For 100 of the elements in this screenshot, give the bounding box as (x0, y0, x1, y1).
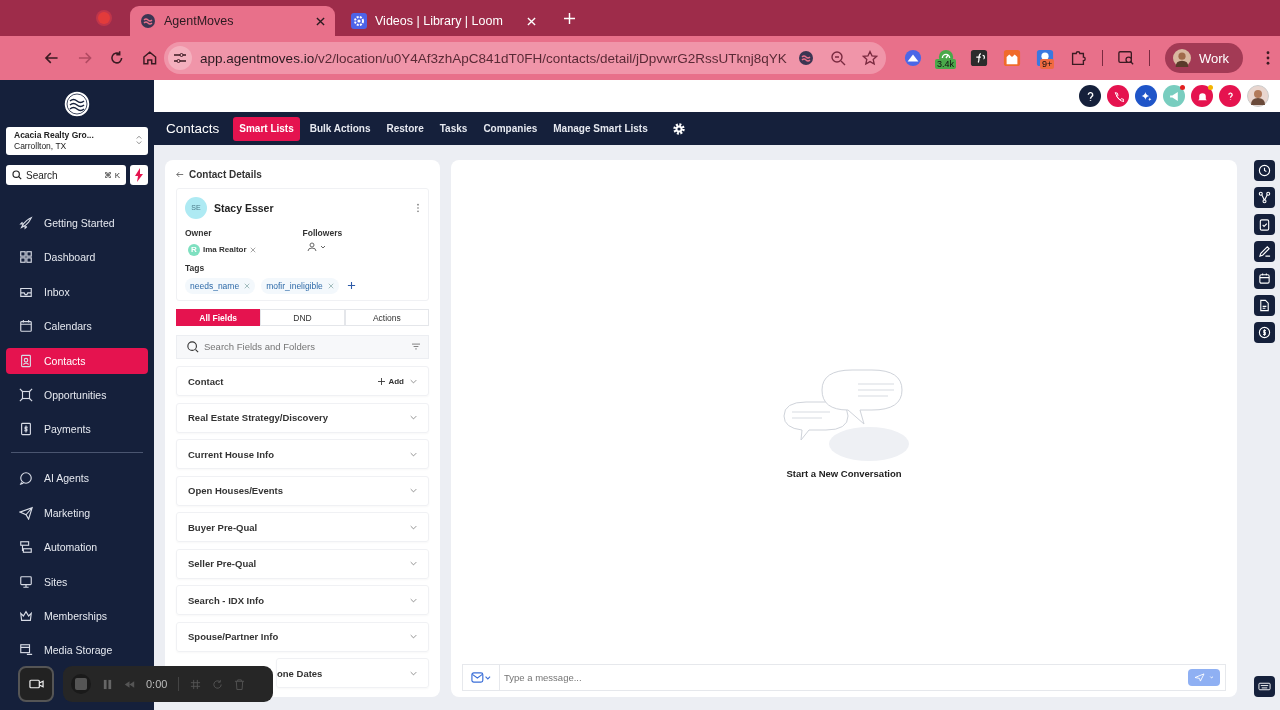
nav-item[interactable]: Contacts (6, 347, 148, 374)
pencil-icon[interactable] (1253, 241, 1275, 262)
browser-tab[interactable]: AgentMoves (130, 6, 335, 36)
add-follower-icon[interactable] (306, 241, 327, 252)
close-icon[interactable] (316, 16, 325, 26)
profile-button[interactable]: Work (1164, 43, 1243, 73)
chevron-down-icon (410, 561, 417, 566)
field-section[interactable]: Search - IDX Info (176, 585, 429, 615)
calendar-icon[interactable] (1253, 268, 1275, 289)
quick-action-button[interactable] (130, 165, 148, 185)
search-input[interactable]: Search Fields and Folders (204, 341, 407, 352)
camera-button[interactable] (18, 666, 54, 702)
pause-icon[interactable] (102, 678, 113, 690)
nav-tab[interactable]: Manage Smart Lists (547, 116, 654, 141)
tag-chip[interactable]: mofir_ineligible (261, 277, 339, 294)
notifications-button[interactable] (1191, 85, 1213, 107)
gauge-icon[interactable]: 3.4k (936, 49, 955, 67)
app-logo-icon[interactable] (797, 50, 814, 66)
weather-icon[interactable]: 9+ (1035, 49, 1054, 67)
account-name: Acacia Realty Gro... (14, 130, 95, 141)
chevron-down-icon (410, 670, 417, 676)
nav-tab[interactable]: Bulk Actions (303, 116, 377, 141)
tab-title: Videos | Library | Loom (375, 14, 504, 28)
castle-icon[interactable] (1002, 49, 1021, 67)
browser-tab[interactable]: Videos | Library | Loom (341, 6, 546, 36)
nav-item[interactable]: AI Agents (6, 465, 148, 492)
share-nodes-icon[interactable] (1253, 187, 1275, 208)
owner-chip[interactable]: R Ima Realtor (185, 241, 259, 258)
field-section[interactable]: Current House Info (176, 439, 429, 469)
formula-icon[interactable] (969, 49, 988, 67)
nav-item[interactable]: Getting Started (6, 210, 148, 236)
tab-search-icon[interactable] (1117, 50, 1134, 66)
announcements-button[interactable] (1163, 85, 1185, 107)
search-field[interactable]: Search Fields and Folders (176, 334, 429, 359)
add-field-button[interactable]: Add (378, 376, 404, 386)
count-badge: 9+ (1039, 59, 1055, 69)
nav-tab[interactable]: Smart Lists (233, 116, 300, 141)
settings-icon[interactable] (671, 121, 686, 136)
back-icon[interactable] (44, 50, 60, 66)
field-section[interactable]: Spouse/Partner Info (176, 621, 429, 652)
avatar-icon[interactable] (1247, 85, 1269, 107)
nav-tab[interactable]: Tasks (433, 116, 474, 141)
star-icon[interactable] (861, 50, 878, 66)
vpn-icon[interactable] (903, 49, 922, 67)
megaphone-icon (1168, 90, 1180, 102)
shortcut-hint: ⌘ K (104, 170, 120, 180)
nav-item[interactable]: Memberships (6, 602, 148, 629)
new-tab-icon[interactable] (564, 12, 575, 24)
home-icon[interactable] (141, 50, 158, 66)
help-button[interactable] (1079, 85, 1101, 107)
camera-icon (28, 679, 44, 689)
keyboard-icon[interactable] (1253, 676, 1275, 697)
nav-item[interactable]: Marketing (6, 499, 148, 526)
contact-name: Stacy Esser (214, 201, 275, 214)
add-icon[interactable] (346, 281, 356, 290)
field-tab[interactable]: All Fields (176, 309, 261, 326)
clipboard-check-icon[interactable] (1253, 214, 1275, 235)
menu-icon[interactable] (1266, 51, 1270, 65)
field-tab[interactable]: DND (260, 309, 345, 326)
field-section[interactable]: Contact Add (176, 366, 429, 396)
site-settings-icon[interactable] (168, 46, 193, 70)
nav-item[interactable]: Calendars (6, 313, 148, 340)
back-link[interactable]: Contact Details (176, 168, 429, 181)
nav-item[interactable]: Dashboard (6, 244, 148, 271)
history-icon[interactable] (1253, 160, 1275, 181)
dollar-icon[interactable] (1253, 322, 1275, 343)
nav-item[interactable]: Payments (6, 416, 148, 443)
nav-tab[interactable]: Companies (477, 116, 544, 141)
message-composer[interactable]: Type a message... (462, 664, 1226, 691)
account-switcher[interactable]: Acacia Realty Gro... Carrollton, TX (6, 127, 148, 155)
nav-item[interactable]: Inbox (6, 278, 148, 305)
monitor-icon (19, 574, 33, 589)
filter-icon[interactable] (412, 343, 420, 350)
reload-icon[interactable] (109, 50, 125, 66)
ai-button[interactable] (1135, 85, 1157, 107)
address-bar[interactable]: app.agentmoves.io/v2/location/u0Y4Af3zhApC841dT0FH/contacts/detail/jDpvwrG2RssUTknj8qYK (164, 42, 886, 74)
field-section[interactable]: Real Estate Strategy/Discovery (176, 402, 429, 433)
nav-item[interactable]: Sites (6, 568, 148, 595)
nav-tab[interactable]: Restore (380, 116, 430, 141)
nav-item[interactable]: Automation (6, 534, 148, 561)
sparkle-icon (1140, 90, 1152, 102)
nav-item[interactable]: Opportunities (6, 381, 148, 408)
chevron-down-icon (410, 378, 417, 384)
chevron-down-icon (410, 524, 417, 530)
field-section[interactable]: Seller Pre-Qual (176, 548, 429, 579)
nav-item[interactable]: Media Storage (6, 637, 148, 664)
lightning-icon (134, 168, 144, 182)
field-section[interactable]: one Dates (276, 658, 429, 688)
zoom-out-icon[interactable] (829, 50, 846, 66)
restart-icon[interactable] (212, 678, 224, 690)
tag-chip[interactable]: needs_name (185, 277, 256, 294)
field-section[interactable]: Open Houses/Events (176, 475, 429, 506)
contact-card-icon (19, 353, 33, 368)
field-tab[interactable]: Actions (344, 309, 429, 326)
phone-button[interactable] (1107, 85, 1129, 107)
more-icon[interactable] (416, 202, 420, 213)
field-section[interactable]: Buyer Pre-Qual (176, 512, 429, 542)
crown-icon (19, 608, 33, 623)
document-icon[interactable] (1253, 295, 1275, 316)
search-button[interactable]: Search ⌘ K (6, 165, 126, 185)
